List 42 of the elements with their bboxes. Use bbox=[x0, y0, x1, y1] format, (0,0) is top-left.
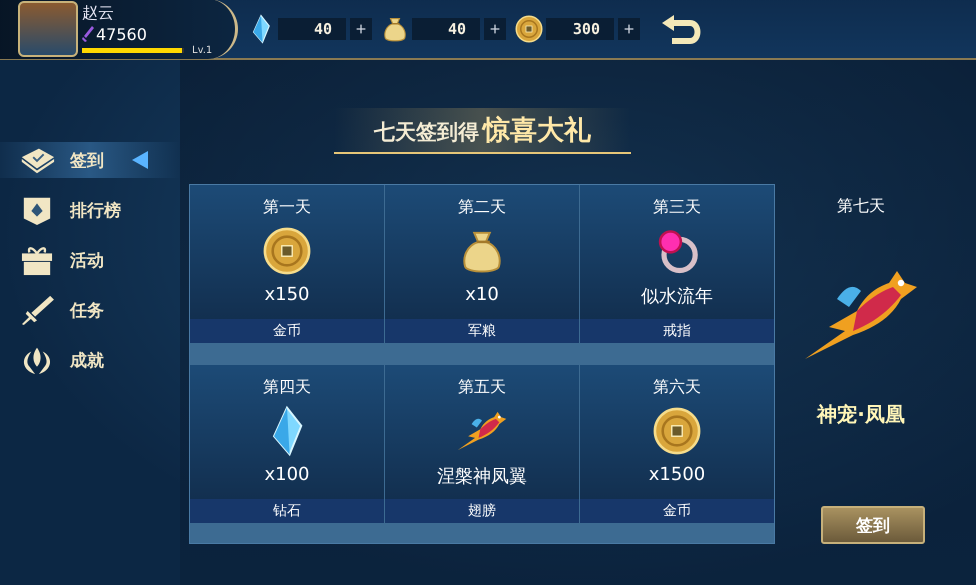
sword-icon bbox=[82, 26, 94, 42]
reward-amount: x10 bbox=[465, 284, 499, 305]
sidebar-item[interactable]: 任务 bbox=[0, 292, 180, 328]
reward-name: 金币 bbox=[580, 498, 774, 522]
day-label: 第一天 bbox=[263, 197, 311, 218]
reward-amount: x150 bbox=[264, 284, 310, 305]
day-label: 第五天 bbox=[458, 376, 506, 398]
sidebar-item[interactable]: 成就 bbox=[0, 342, 180, 378]
reward-amount: 涅槃神凤翼 bbox=[437, 464, 527, 488]
avatar-placeholder[interactable] bbox=[18, 1, 78, 57]
reward-amount: x1500 bbox=[648, 464, 706, 484]
reward-name: 金币 bbox=[190, 319, 384, 343]
day-label: 第七天 bbox=[837, 196, 885, 217]
level-label: Lv.1 bbox=[192, 44, 212, 56]
day-label: 第三天 bbox=[653, 197, 701, 218]
reward-name: 翅膀 bbox=[385, 498, 579, 522]
sign-in-button[interactable]: 签到 bbox=[821, 506, 925, 544]
coin-icon bbox=[651, 404, 703, 456]
add-button[interactable]: + bbox=[618, 18, 640, 40]
add-button[interactable]: + bbox=[484, 18, 506, 40]
reward-name: 军粮 bbox=[385, 319, 579, 343]
add-button[interactable]: + bbox=[350, 18, 372, 40]
day-label: 第二天 bbox=[458, 197, 506, 218]
banner-highlight: 惊喜大礼 bbox=[483, 114, 591, 148]
reward-name: 戒指 bbox=[580, 319, 774, 343]
currency-amount: 300 bbox=[546, 18, 614, 40]
currency-amount: 40 bbox=[278, 18, 346, 40]
selected-arrow-icon bbox=[132, 151, 148, 169]
reward-amount: 似水流年 bbox=[641, 285, 713, 308]
power-value: 47560 bbox=[96, 24, 147, 44]
coin-icon bbox=[514, 14, 544, 44]
reward-amount: x100 bbox=[264, 464, 310, 484]
banner-title: 七天签到得 bbox=[374, 119, 479, 146]
reward-name: 钻石 bbox=[190, 498, 384, 522]
day-label: 第六天 bbox=[653, 376, 701, 398]
player-name: 赵云 bbox=[82, 2, 115, 24]
sidebar-item[interactable]: 活动 bbox=[0, 242, 180, 278]
currency-amount: 40 bbox=[412, 18, 480, 40]
day-label: 第四天 bbox=[263, 376, 311, 398]
coin-icon bbox=[261, 225, 313, 277]
reward-name: 神宠·凤凰 bbox=[817, 401, 905, 428]
sidebar-item[interactable]: 排行榜 bbox=[0, 192, 180, 228]
